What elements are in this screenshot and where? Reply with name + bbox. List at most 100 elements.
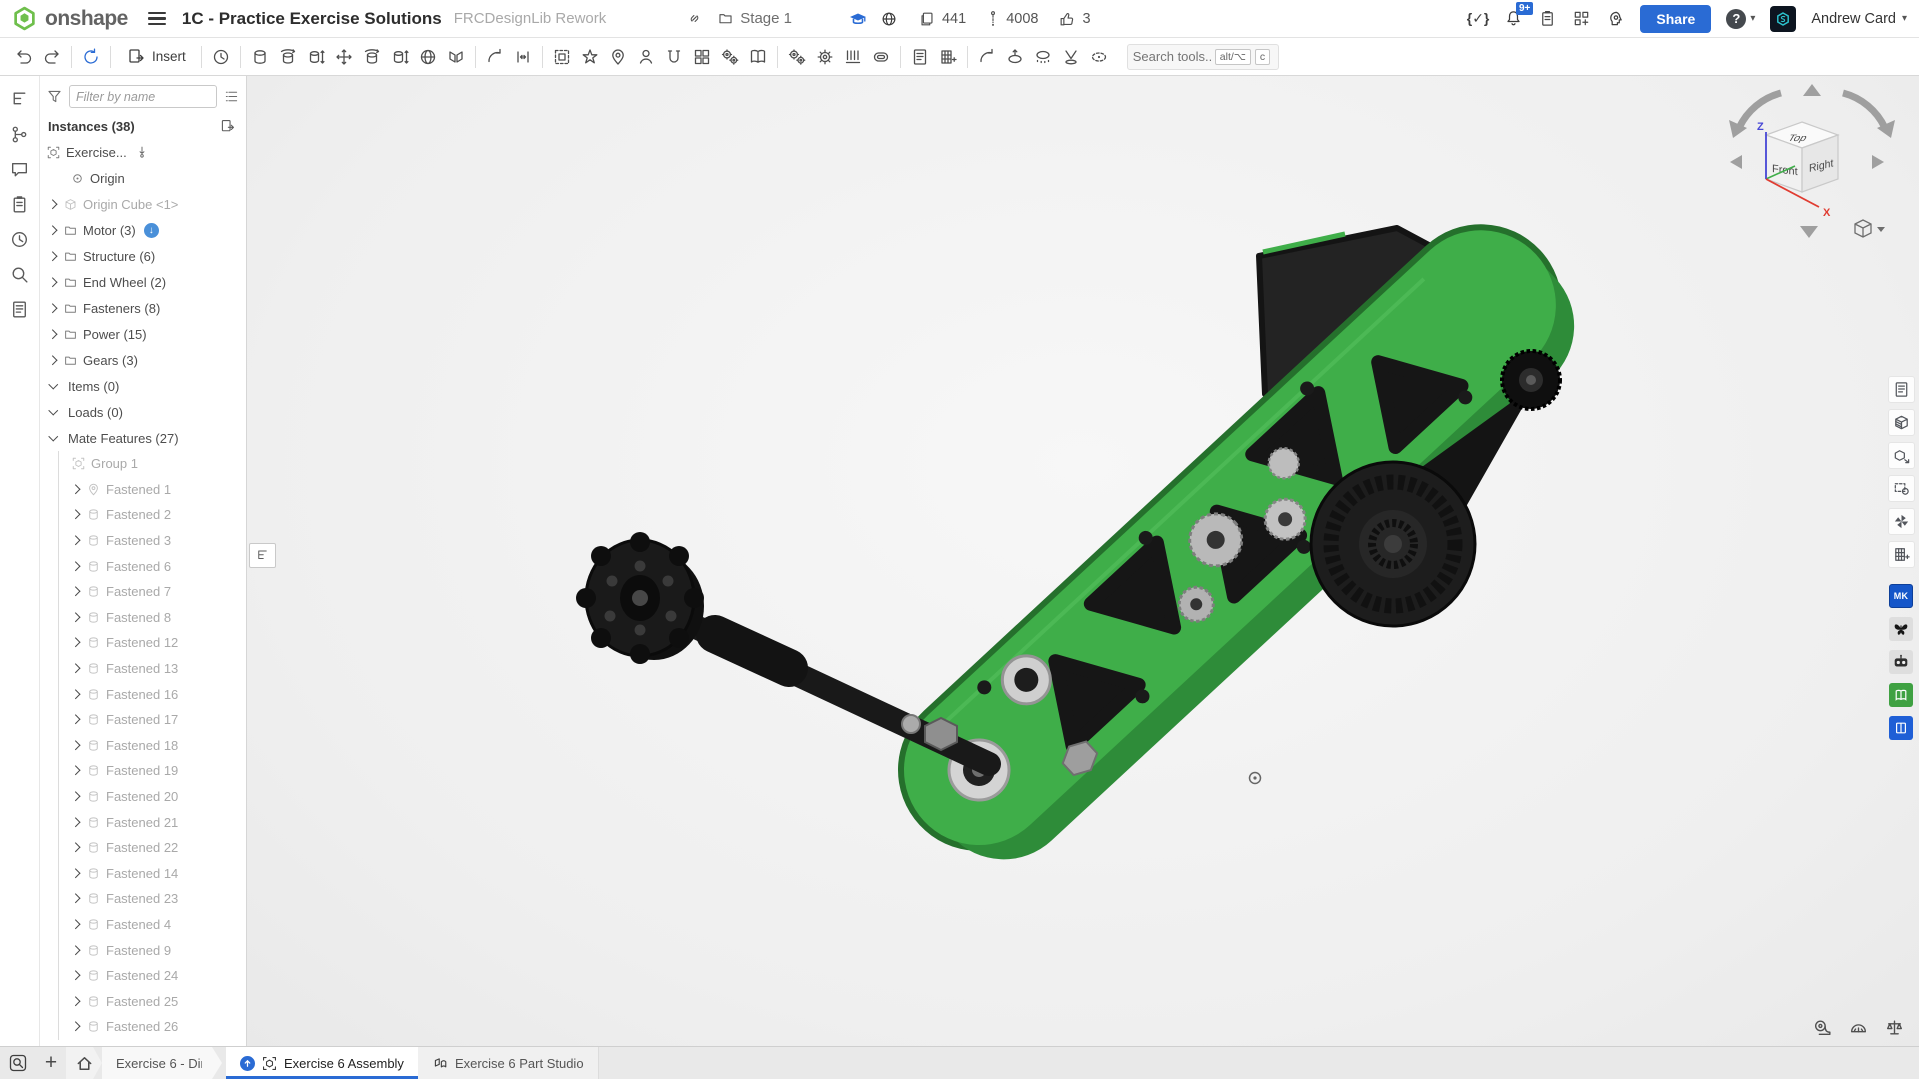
app-blue-book-icon[interactable] bbox=[1889, 716, 1913, 740]
mate-row[interactable]: Fastened 22 bbox=[59, 835, 246, 861]
tree-row-power[interactable]: Power (15) ↓ bbox=[40, 321, 246, 347]
mate-row[interactable]: Fastened 25 bbox=[59, 988, 246, 1014]
mass-properties-icon[interactable] bbox=[1883, 1016, 1905, 1038]
section-view-button[interactable] bbox=[973, 43, 1001, 71]
expand-chevron[interactable] bbox=[69, 712, 84, 727]
mate-row[interactable]: Fastened 24 bbox=[59, 963, 246, 989]
ball-mate-button[interactable] bbox=[414, 43, 442, 71]
mate-row[interactable]: Fastened 19 bbox=[59, 758, 246, 784]
pattern-button[interactable] bbox=[688, 43, 716, 71]
likes-count[interactable]: 3 bbox=[1058, 10, 1090, 28]
tree-row-gears[interactable]: Gears (3) ↓ bbox=[40, 347, 246, 373]
onshape-logo[interactable] bbox=[12, 6, 37, 31]
expand-chevron[interactable] bbox=[46, 249, 61, 264]
gear-relation-button[interactable] bbox=[811, 43, 839, 71]
expand-chevron[interactable] bbox=[69, 994, 84, 1009]
mate-row[interactable]: Fastened 17 bbox=[59, 707, 246, 733]
expand-chevron[interactable] bbox=[46, 301, 61, 316]
mate-row[interactable]: Fastened 1 bbox=[59, 477, 246, 503]
expand-chevron[interactable] bbox=[69, 891, 84, 906]
tree-row-assembly[interactable]: Exercise... ↓ bbox=[40, 139, 246, 165]
expand-chevron[interactable] bbox=[69, 507, 84, 522]
divider[interactable] bbox=[240, 46, 241, 68]
tree-row-structure[interactable]: Structure (6) ↓ bbox=[40, 243, 246, 269]
expand-chevron[interactable] bbox=[69, 815, 84, 830]
usage-count[interactable]: 4008 bbox=[986, 10, 1038, 28]
expand-chevron[interactable] bbox=[69, 738, 84, 753]
expand-chevron[interactable] bbox=[69, 687, 84, 702]
bom-button[interactable] bbox=[906, 43, 934, 71]
divider[interactable] bbox=[110, 46, 111, 68]
structure-panel-icon[interactable] bbox=[5, 84, 35, 114]
protractor-icon[interactable] bbox=[1847, 1016, 1869, 1038]
tree-row-loads[interactable]: Loads (0) ↓ bbox=[40, 399, 246, 425]
expand-chevron[interactable] bbox=[46, 431, 61, 446]
mate-row[interactable]: Fastened 6 bbox=[59, 553, 246, 579]
mate-row[interactable]: Fastened 4 bbox=[59, 912, 246, 938]
expand-chevron[interactable] bbox=[69, 1019, 84, 1034]
expand-chevron[interactable] bbox=[46, 353, 61, 368]
translate-tool-button[interactable] bbox=[509, 43, 537, 71]
expand-chevron[interactable] bbox=[69, 789, 84, 804]
render-panel-icon[interactable] bbox=[1888, 508, 1915, 535]
app-butterfly-icon[interactable] bbox=[1889, 617, 1913, 641]
snap-mode-button[interactable] bbox=[660, 43, 688, 71]
belt-relation-button[interactable] bbox=[867, 43, 895, 71]
expand-chevron[interactable] bbox=[69, 866, 84, 881]
insert-instance-icon[interactable] bbox=[219, 118, 236, 135]
search-tabs-button[interactable] bbox=[0, 1047, 36, 1079]
tree-row-origin[interactable]: Origin ↓ bbox=[40, 165, 246, 191]
search-tools[interactable]: alt/⌥ c bbox=[1127, 44, 1279, 70]
enclose-button[interactable] bbox=[744, 43, 772, 71]
cylindrical-mate-button[interactable] bbox=[358, 43, 386, 71]
menu-icon[interactable] bbox=[148, 9, 166, 29]
parallel-mate-button[interactable] bbox=[442, 43, 470, 71]
bom-panel-icon[interactable] bbox=[1888, 409, 1915, 436]
expand-chevron[interactable] bbox=[69, 533, 84, 548]
tree-row-fasteners[interactable]: Fasteners (8) ↓ bbox=[40, 295, 246, 321]
expand-chevron[interactable] bbox=[69, 584, 84, 599]
tree-row-end-wheel[interactable]: End Wheel (2) ↓ bbox=[40, 269, 246, 295]
view-cube-menu[interactable] bbox=[1855, 220, 1885, 237]
apps-grid-button[interactable] bbox=[1572, 9, 1591, 28]
breadcrumb[interactable]: Stage 1 bbox=[740, 10, 792, 27]
group-button[interactable] bbox=[548, 43, 576, 71]
share-button[interactable]: Share bbox=[1640, 5, 1711, 33]
expand-chevron[interactable] bbox=[46, 223, 61, 238]
exploded-view-button[interactable] bbox=[1001, 43, 1029, 71]
link-icon[interactable] bbox=[686, 10, 703, 27]
relations-button[interactable] bbox=[783, 43, 811, 71]
apps-panel-icon[interactable] bbox=[1888, 541, 1915, 568]
filter-input[interactable] bbox=[69, 85, 217, 108]
notes-panel-icon[interactable] bbox=[5, 294, 35, 324]
appearance-button[interactable] bbox=[1029, 43, 1057, 71]
tasks-panel-icon[interactable] bbox=[5, 189, 35, 219]
tab-assembly[interactable]: Exercise 6 Assembly bbox=[226, 1047, 418, 1079]
notifications-button[interactable]: 9+ bbox=[1504, 9, 1523, 28]
add-tab-button[interactable]: + bbox=[36, 1047, 66, 1079]
divider[interactable] bbox=[777, 46, 778, 68]
divider[interactable] bbox=[967, 46, 968, 68]
mate-row[interactable]: Fastened 13 bbox=[59, 656, 246, 682]
expand-chevron[interactable] bbox=[69, 482, 84, 497]
divider[interactable] bbox=[71, 46, 72, 68]
user-menu[interactable]: Andrew Card ▾ bbox=[1811, 11, 1907, 27]
manage-mates-button[interactable] bbox=[632, 43, 660, 71]
divider[interactable] bbox=[542, 46, 543, 68]
redo-button[interactable] bbox=[38, 43, 66, 71]
learning-center-button[interactable] bbox=[1606, 9, 1625, 28]
filter-icon[interactable] bbox=[46, 88, 63, 105]
divider[interactable] bbox=[900, 46, 901, 68]
tree-row-motor[interactable]: Motor (3) ↓ bbox=[40, 217, 246, 243]
parts-list-panel-icon[interactable] bbox=[1888, 376, 1915, 403]
mate-row[interactable]: Group 1 bbox=[59, 451, 246, 477]
insert-button[interactable]: Insert bbox=[116, 43, 196, 71]
expand-chevron[interactable] bbox=[46, 405, 61, 420]
graphics-viewport[interactable]: Top Front Right Z X MK bbox=[247, 76, 1919, 1046]
tree-row-items[interactable]: Items (0) ↓ bbox=[40, 373, 246, 399]
divider[interactable] bbox=[201, 46, 202, 68]
expand-chevron[interactable] bbox=[46, 327, 61, 342]
named-views-button[interactable] bbox=[1057, 43, 1085, 71]
expand-chevron[interactable] bbox=[69, 840, 84, 855]
expand-chevron[interactable] bbox=[46, 275, 61, 290]
